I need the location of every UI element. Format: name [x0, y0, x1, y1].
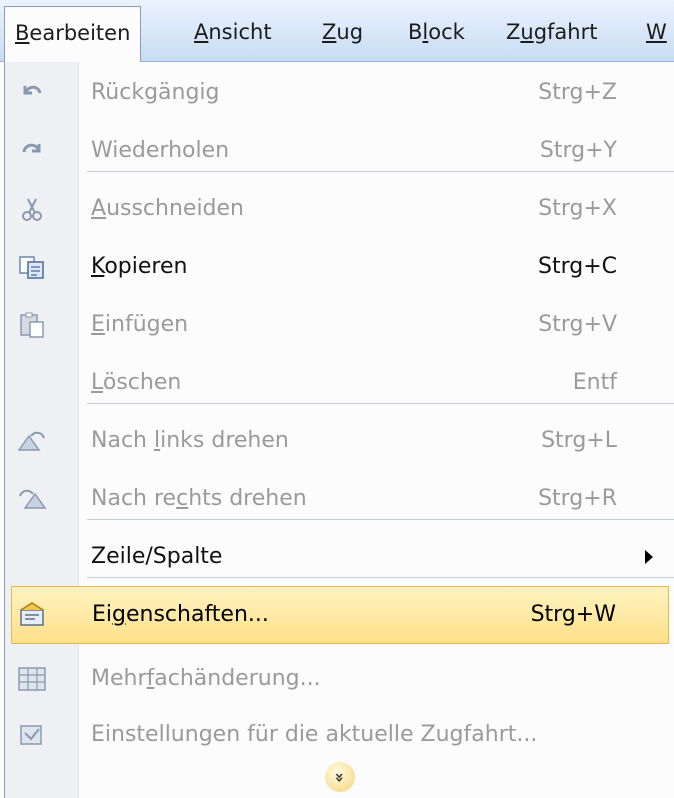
- menu-bar: Bearbeiten Ansicht Zug Block Zugfahrt W: [0, 0, 674, 63]
- menu-item-undo[interactable]: Rückgängig Strg+Z: [5, 62, 674, 124]
- menu-item-label: Einfügen: [91, 312, 189, 337]
- dropdown-menu-bearbeiten: Rückgängig Strg+Z Wiederholen Strg+Y Aus…: [4, 62, 674, 798]
- multi-edit-icon: [17, 664, 47, 694]
- menu-item-shortcut: Entf: [572, 370, 617, 395]
- menu-label-post: ock: [428, 20, 465, 44]
- rotate-right-icon: [17, 484, 47, 514]
- menu-item-label: Ausschneiden: [91, 196, 245, 221]
- menu-item-paste[interactable]: Einfügen Strg+V: [5, 294, 674, 356]
- menu-item-rotate-left[interactable]: Nach links drehen Strg+L: [5, 410, 674, 472]
- menu-label-pre: B: [408, 20, 423, 44]
- train-settings-icon: [17, 720, 47, 750]
- menu-label-post: ug: [336, 20, 364, 44]
- menu-label-accel: A: [194, 20, 209, 44]
- menu-bearbeiten[interactable]: Bearbeiten: [4, 6, 142, 63]
- menu-item-copy[interactable]: Kopieren Strg+C: [5, 236, 674, 298]
- copy-icon: [17, 252, 47, 282]
- menu-block[interactable]: Block: [398, 6, 475, 58]
- menu-item-label: Mehrfachänderung...: [91, 666, 321, 691]
- menu-label-post: earbeiten: [29, 21, 131, 45]
- menu-item-label: Eigenschaften...: [92, 602, 269, 627]
- menu-item-cut[interactable]: Ausschneiden Strg+X: [5, 178, 674, 240]
- menu-item-shortcut: Strg+Z: [538, 80, 617, 105]
- menu-item-label: Zeile/Spalte: [91, 544, 223, 569]
- menu-item-delete[interactable]: Löschen Entf: [5, 352, 674, 414]
- menu-zugfahrt[interactable]: Zugfahrt: [496, 6, 607, 58]
- menu-item-properties[interactable]: Eigenschaften... Strg+W: [11, 586, 669, 644]
- menu-item-train-settings[interactable]: Einstellungen für die aktuelle Zugfahrt.…: [5, 704, 674, 766]
- menu-label-pre: Z: [506, 20, 521, 44]
- menu-label-accel: u: [520, 20, 534, 44]
- menu-item-shortcut: Strg+W: [530, 602, 616, 627]
- menu-item-label: Rückgängig: [91, 80, 220, 105]
- menu-item-rotate-right[interactable]: Nach rechts drehen Strg+R: [5, 468, 674, 530]
- menu-separator: [87, 577, 674, 578]
- menu-item-shortcut: Strg+X: [538, 196, 617, 221]
- menu-separator: [87, 171, 674, 172]
- menu-zug[interactable]: Zug: [312, 6, 373, 58]
- menu-ansicht[interactable]: Ansicht: [184, 6, 282, 58]
- menu-item-label: Löschen: [91, 370, 182, 395]
- menu-item-shortcut: Strg+L: [541, 428, 617, 453]
- menu-label-accel: W: [646, 20, 667, 44]
- scissors-icon: [17, 194, 47, 224]
- undo-icon: [17, 78, 47, 108]
- menu-w[interactable]: W: [640, 6, 673, 58]
- rotate-left-icon: [17, 426, 47, 456]
- menu-item-shortcut: Strg+Y: [539, 138, 617, 163]
- menu-item-row-column[interactable]: Zeile/Spalte: [5, 526, 674, 588]
- submenu-arrow-icon: [645, 550, 653, 564]
- menu-item-shortcut: Strg+C: [537, 254, 617, 279]
- menu-label-post: nsicht: [208, 20, 272, 44]
- properties-icon: [18, 599, 48, 629]
- menu-item-shortcut: Strg+V: [538, 312, 617, 337]
- paste-icon: [17, 310, 47, 340]
- menu-separator: [87, 519, 674, 520]
- menu-item-label: Nach rechts drehen: [91, 486, 307, 511]
- redo-icon: [17, 136, 47, 166]
- menu-item-label: Wiederholen: [91, 138, 230, 163]
- chevron-double-down-icon: »: [330, 771, 350, 783]
- menu-label-post: gfahrt: [533, 20, 598, 44]
- menu-item-shortcut: Strg+R: [538, 486, 617, 511]
- menu-item-label: Kopieren: [91, 254, 188, 279]
- menu-item-redo[interactable]: Wiederholen Strg+Y: [5, 120, 674, 182]
- expand-menu-button[interactable]: »: [325, 762, 355, 792]
- menu-label-accel: Z: [322, 20, 337, 44]
- menu-label-accel: B: [15, 21, 30, 45]
- menu-separator: [87, 403, 674, 404]
- menu-item-label: Einstellungen für die aktuelle Zugfahrt.…: [91, 722, 538, 747]
- menu-item-multi-edit[interactable]: Mehrfachänderung...: [5, 648, 674, 710]
- menu-item-label: Nach links drehen: [91, 428, 289, 453]
